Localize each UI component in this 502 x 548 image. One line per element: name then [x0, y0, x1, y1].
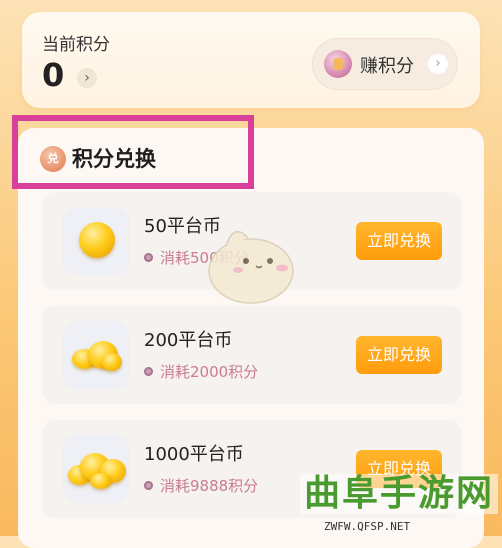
earn-points-label: 赚积分: [360, 56, 414, 77]
item-name: 200平台币: [144, 330, 233, 351]
current-points-label: 当前积分: [42, 35, 110, 55]
coin-thumbnail: [62, 207, 130, 275]
coin-thumbnail: [62, 321, 130, 389]
site-watermark-title: 曲阜手游网: [300, 474, 499, 514]
redeem-button[interactable]: 立即兑换: [356, 222, 442, 260]
redeem-button[interactable]: 立即兑换: [356, 336, 442, 374]
coin-icon: [90, 473, 112, 489]
site-watermark-url: ZWFW.QFSP.NET: [324, 520, 411, 533]
earn-points-button[interactable]: 赚积分 ›: [312, 38, 458, 90]
exchange-item: 200平台币 消耗2000积分 立即兑换: [42, 306, 462, 404]
points-coin-icon: [324, 50, 352, 78]
section-title: 积分兑换: [72, 147, 156, 171]
mascot-watermark-icon: [208, 230, 294, 304]
points-summary-card: 当前积分 0 › 赚积分 ›: [22, 12, 480, 108]
item-cost: 消耗2000积分: [160, 363, 259, 381]
points-dot-icon: [144, 253, 153, 262]
chevron-right-icon[interactable]: ›: [77, 68, 97, 88]
chevron-right-icon: ›: [428, 54, 448, 74]
item-name: 1000平台币: [144, 444, 244, 465]
points-dot-icon: [144, 481, 153, 490]
current-points-value[interactable]: 0: [42, 56, 64, 94]
points-dot-icon: [144, 367, 153, 376]
item-cost: 消耗9888积分: [160, 477, 259, 495]
exchange-badge-icon: 兑: [40, 146, 66, 172]
coin-icon: [79, 222, 115, 258]
coin-icon: [102, 353, 122, 371]
coin-thumbnail: [62, 435, 130, 503]
